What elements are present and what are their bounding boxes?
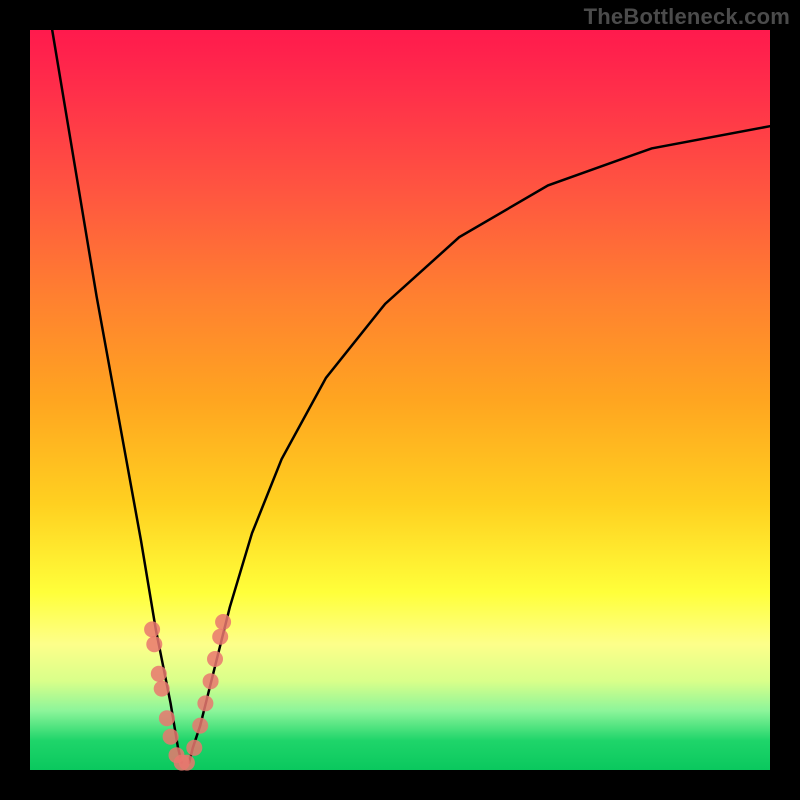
data-point xyxy=(203,673,219,689)
data-point xyxy=(151,666,167,682)
data-point xyxy=(146,636,162,652)
data-point xyxy=(144,621,160,637)
chart-frame: TheBottleneck.com xyxy=(0,0,800,800)
data-point xyxy=(215,614,231,630)
data-point xyxy=(212,629,228,645)
chart-svg xyxy=(30,30,770,770)
curve-group xyxy=(52,30,770,763)
data-point xyxy=(197,695,213,711)
data-point xyxy=(159,710,175,726)
data-point xyxy=(186,740,202,756)
data-point xyxy=(207,651,223,667)
plot-area xyxy=(30,30,770,770)
data-point xyxy=(154,681,170,697)
watermark-text: TheBottleneck.com xyxy=(584,4,790,30)
dots-group xyxy=(144,614,231,771)
curve-left-branch xyxy=(52,30,182,763)
curve-right-branch xyxy=(189,126,770,762)
data-point xyxy=(179,755,195,771)
data-point xyxy=(163,729,179,745)
data-point xyxy=(192,718,208,734)
